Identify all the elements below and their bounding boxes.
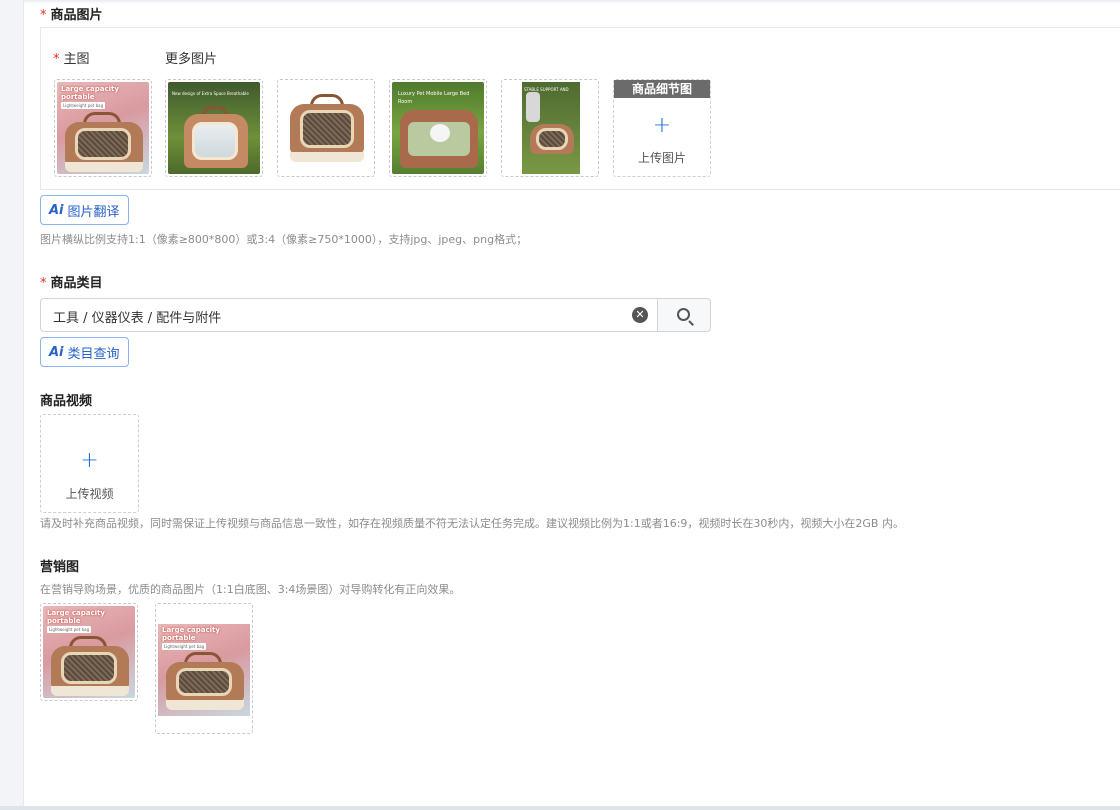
video-upload[interactable]: + 上传视频: [40, 414, 139, 513]
category-field[interactable]: 工具 / 仪器仪表 / 配件与附件 ✕: [40, 298, 711, 332]
more-image-4[interactable]: STABLE SUPPORT AND: [501, 79, 599, 177]
main-image-thumbnail[interactable]: Large capacity portable Lightweight pet …: [54, 79, 152, 177]
more-image-1[interactable]: New design of Extra Space Breathable: [165, 79, 263, 177]
image-translate-button[interactable]: Ai 图片翻译: [40, 195, 129, 225]
ai-icon: Ai: [49, 344, 64, 360]
plus-icon: +: [652, 113, 672, 138]
upload-video-label: 上传视频: [65, 487, 114, 501]
marketing-image-square[interactable]: Large capacity portable Lightweight pet …: [40, 603, 138, 701]
clear-icon[interactable]: ✕: [632, 307, 648, 323]
marketing-hint: 在营销导购场景，优质的商品图片（1:1白底图、3:4场景图）对导购转化有正向效果…: [40, 583, 461, 596]
top-shadow: [24, 0, 1120, 4]
more-image-3[interactable]: Luxury Pet Mobile Large Bed Room: [389, 79, 487, 177]
bottom-border: [0, 806, 1120, 810]
main-image-caption: Large capacity portable: [61, 85, 119, 101]
marketing-image-portrait[interactable]: Large capacity portable Lightweight pet …: [155, 603, 253, 734]
left-rail: [0, 0, 24, 810]
more-images-label: 更多图片: [165, 52, 218, 67]
product-images-title: * 商品图片: [40, 8, 103, 23]
ai-icon: Ai: [49, 202, 64, 218]
category-search-button[interactable]: [657, 298, 711, 332]
detail-image-upload[interactable]: 商品细节图 + 上传图片: [613, 79, 711, 177]
upload-image-label: 上传图片: [637, 151, 686, 165]
search-icon: [677, 308, 690, 321]
video-title: 商品视频: [40, 394, 93, 409]
image-ratio-hint: 图片横纵比例支持1:1（像素≥800*800）或3:4（像素≥750*1000）…: [40, 233, 528, 246]
detail-image-header: 商品细节图: [614, 80, 710, 98]
marketing-title: 营销图: [40, 560, 80, 575]
more-image-2[interactable]: [277, 79, 375, 177]
cat-figure: [430, 124, 450, 142]
plus-icon: +: [80, 448, 99, 473]
product-images-panel: * 主图 更多图片 Large capacity portable Lightwe…: [40, 27, 1120, 190]
category-title: * 商品类目: [40, 276, 103, 291]
main-image-tag: Lightweight pet bag: [61, 102, 106, 109]
category-query-button[interactable]: Ai 类目查询: [40, 337, 129, 367]
main-image-label: * 主图: [53, 52, 90, 67]
video-hint: 请及时补充商品视频，同时需保证上传视频与商品信息一致性，如存在视频质量不符无法认…: [40, 517, 904, 530]
category-value: 工具 / 仪器仪表 / 配件与附件: [53, 311, 222, 326]
